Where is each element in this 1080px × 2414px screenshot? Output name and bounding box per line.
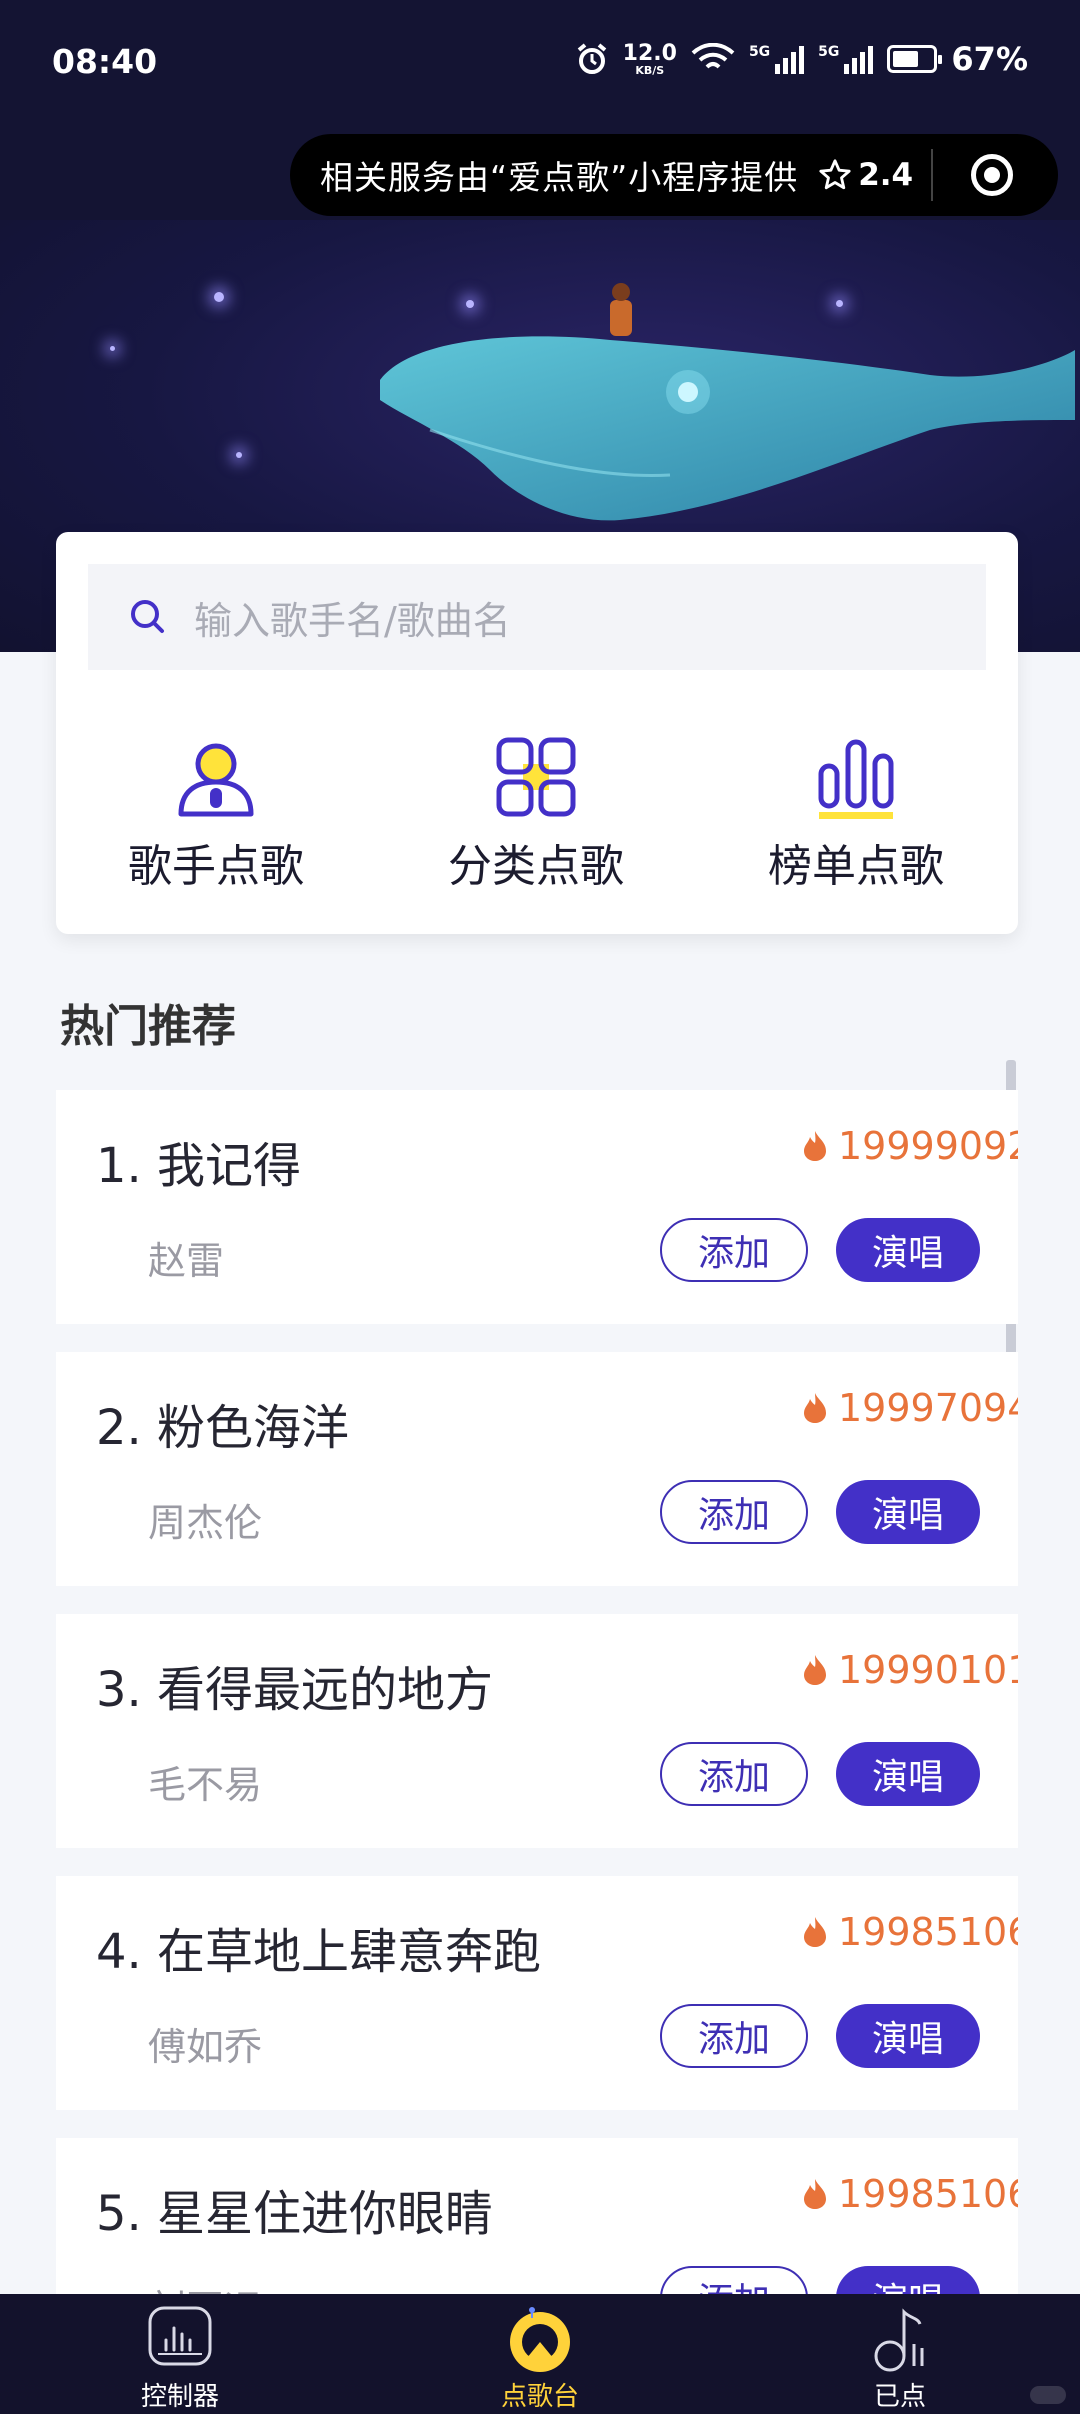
wifi-icon xyxy=(691,43,735,69)
song-artist: 毛不易 xyxy=(148,1763,263,1807)
battery-percent: 67% xyxy=(951,40,1028,78)
sing-button[interactable]: 演唱 xyxy=(836,1742,980,1806)
category-grid-icon xyxy=(496,737,576,817)
rating-value: 2.4 xyxy=(858,157,914,193)
hot-count: 19985106 xyxy=(802,1910,1018,1954)
cellular-signal-2-icon: 5G xyxy=(818,44,874,74)
hot-count: 19990101 xyxy=(802,1648,1018,1692)
song-title: 2. 粉色海洋 xyxy=(96,1400,350,1456)
star-decoration xyxy=(214,292,224,302)
add-button[interactable]: 添加 xyxy=(660,1218,808,1282)
song-artist: 周杰伦 xyxy=(148,1501,263,1545)
search-placeholder: 输入歌手名/歌曲名 xyxy=(194,598,511,643)
hot-count: 19999092 xyxy=(802,1124,1018,1168)
sing-button[interactable]: 演唱 xyxy=(836,2004,980,2068)
mini-program-capsule: 相关服务由“爱点歌”小程序提供 2.4 xyxy=(290,134,1058,216)
category-row: 歌手点歌 分类点歌 榜单点歌 xyxy=(56,732,1018,894)
search-icon xyxy=(131,600,164,633)
status-bar: 08:40 12.0 KB/S 5G 5G 67% xyxy=(0,0,1080,126)
status-icons: 12.0 KB/S 5G 5G 67% xyxy=(575,40,1028,78)
hot-count: 19985106 xyxy=(802,2172,1018,2216)
sing-button[interactable]: 演唱 xyxy=(836,1480,980,1544)
hot-count: 19997094 xyxy=(802,1386,1018,1430)
category-label: 榜单点歌 xyxy=(768,841,944,892)
category-label: 分类点歌 xyxy=(448,841,624,892)
sing-button[interactable]: 演唱 xyxy=(836,1218,980,1282)
flame-icon xyxy=(804,1917,826,1947)
tab-ordered[interactable]: 已点 xyxy=(720,2294,1080,2414)
star-decoration xyxy=(236,452,242,458)
tab-label: 控制器 xyxy=(140,2382,219,2412)
song-title: 5. 星星住进你眼睛 xyxy=(96,2186,494,2242)
status-time: 08:40 xyxy=(52,42,158,81)
controller-icon xyxy=(148,2306,212,2366)
service-provider-text: 相关服务由“爱点歌”小程序提供 xyxy=(320,158,799,197)
song-artist: 傅如乔 xyxy=(148,2025,263,2069)
category-classify[interactable]: 分类点歌 xyxy=(376,732,696,894)
battery-icon xyxy=(887,45,943,73)
signal-2-label: 5G xyxy=(818,44,840,60)
hot-count-value: 19985106 xyxy=(838,1910,1018,1954)
alarm-icon xyxy=(577,43,606,74)
star-decoration xyxy=(110,346,115,351)
list-item[interactable]: 4. 在草地上肆意奔跑 19985106 傅如乔 添加 演唱 xyxy=(56,1876,1018,2110)
hot-count-value: 19997094 xyxy=(838,1386,1018,1430)
network-speed-value: 12.0 xyxy=(622,40,677,66)
tab-label: 已点 xyxy=(873,2382,926,2412)
category-label: 歌手点歌 xyxy=(128,841,304,892)
capsule-divider xyxy=(931,149,934,201)
music-note-icon xyxy=(874,2308,924,2372)
flame-icon xyxy=(804,1655,826,1685)
flame-icon xyxy=(804,2179,826,2209)
hot-count-value: 19990101 xyxy=(838,1648,1018,1692)
tab-label: 点歌台 xyxy=(500,2382,579,2412)
song-title: 4. 在草地上肆意奔跑 xyxy=(96,1924,542,1980)
hot-count-value: 19985106 xyxy=(838,2172,1018,2216)
network-speed-unit: KB/S xyxy=(635,63,665,77)
add-button[interactable]: 添加 xyxy=(660,1480,808,1544)
star-icon xyxy=(819,159,851,190)
add-button[interactable]: 添加 xyxy=(660,2004,808,2068)
song-title: 3. 看得最远的地方 xyxy=(96,1662,494,1718)
list-item[interactable]: 1. 我记得 19999092 赵雷 添加 演唱 xyxy=(56,1090,1018,1324)
search-card: 输入歌手名/歌曲名 歌手点歌 分类点歌 榜单点歌 xyxy=(56,532,1018,934)
signal-1-label: 5G xyxy=(748,44,771,60)
flame-icon xyxy=(804,1131,826,1161)
chart-bars-icon xyxy=(818,739,894,819)
tab-controller[interactable]: 控制器 xyxy=(0,2294,360,2414)
song-title: 1. 我记得 xyxy=(96,1138,302,1194)
hot-count-value: 19999092 xyxy=(838,1124,1018,1168)
song-station-icon xyxy=(510,2307,570,2372)
network-speed: 12.0 KB/S xyxy=(622,40,677,77)
list-item[interactable]: 2. 粉色海洋 19997094 周杰伦 添加 演唱 xyxy=(56,1352,1018,1586)
cellular-signal-1-icon: 5G xyxy=(748,44,805,74)
search-input[interactable]: 输入歌手名/歌曲名 xyxy=(88,564,986,670)
whale-illustration xyxy=(380,283,1075,521)
flame-icon xyxy=(804,1393,826,1423)
watermark xyxy=(1030,2386,1066,2404)
singer-icon xyxy=(178,743,254,817)
song-artist: 赵雷 xyxy=(148,1239,225,1283)
category-singer[interactable]: 歌手点歌 xyxy=(56,732,376,894)
tab-song-station[interactable]: 点歌台 xyxy=(360,2294,720,2414)
close-target-icon[interactable] xyxy=(971,154,1014,196)
hot-section-title: 热门推荐 xyxy=(60,1001,236,1052)
rating-button[interactable]: 2.4 xyxy=(818,157,913,193)
hot-song-list: 1. 我记得 19999092 赵雷 添加 演唱 2. 粉色海洋 1999709… xyxy=(56,1090,1018,2400)
list-item[interactable]: 3. 看得最远的地方 19990101 毛不易 添加 演唱 xyxy=(56,1614,1018,1848)
bottom-tab-bar: 控制器 点歌台 已点 xyxy=(0,2294,1080,2414)
category-chart[interactable]: 榜单点歌 xyxy=(696,732,1016,894)
add-button[interactable]: 添加 xyxy=(660,1742,808,1806)
